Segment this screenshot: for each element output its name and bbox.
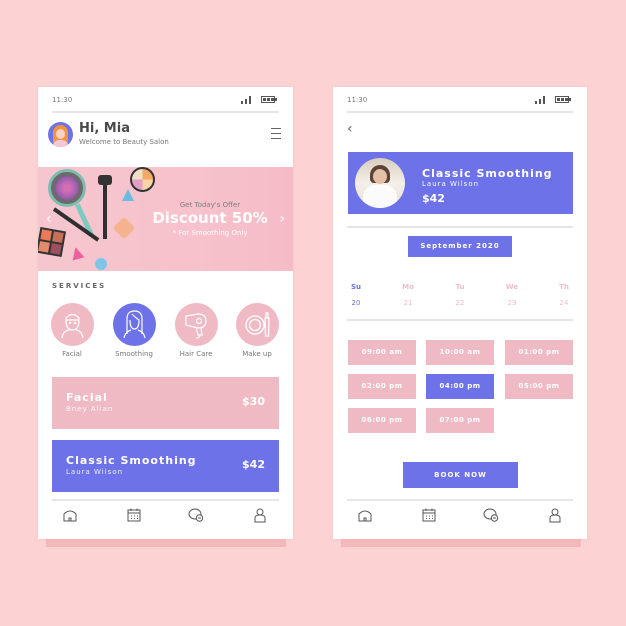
- day-mo[interactable]: Mo 21: [398, 283, 418, 307]
- service-label: Hair Care: [179, 350, 213, 358]
- signal-icon: [241, 96, 253, 104]
- detail-price: $42: [422, 192, 445, 205]
- bottom-nav: [347, 499, 573, 539]
- banner-prev-arrow-icon[interactable]: ‹: [46, 211, 52, 227]
- book-now-button[interactable]: BOOK NOW: [403, 462, 518, 488]
- mirror-image: [48, 169, 86, 207]
- day-tu[interactable]: Tu 22: [450, 283, 470, 307]
- home-screen: 11:30 Hi, Mia Welcome to Beauty Salon ‹ …: [38, 87, 293, 539]
- chat-icon[interactable]: [188, 507, 204, 523]
- time-slot[interactable]: 01:00 pm: [505, 340, 573, 365]
- battery-icon: [261, 96, 277, 103]
- calendar-icon[interactable]: [421, 507, 437, 523]
- card-stylist: Bney Alian: [66, 405, 114, 413]
- profile-icon[interactable]: [252, 507, 268, 523]
- time-slot[interactable]: 07:00 pm: [426, 408, 494, 433]
- service-detail-card: Classic Smoothing Laura Wilson $42: [348, 152, 573, 214]
- card-price: $42: [242, 458, 265, 471]
- day-we[interactable]: We 23: [502, 283, 522, 307]
- card-title: Facial: [66, 391, 108, 404]
- service-label: Make up: [242, 350, 272, 358]
- hamburger-menu-icon[interactable]: [271, 127, 281, 139]
- service-label: Smoothing: [115, 350, 153, 358]
- profile-icon[interactable]: [547, 507, 563, 523]
- detail-title: Classic Smoothing: [422, 167, 553, 180]
- home-icon[interactable]: [357, 507, 373, 523]
- banner-next-arrow-icon[interactable]: ›: [279, 211, 285, 227]
- status-bar: 11:30: [52, 96, 279, 112]
- status-time: 11:30: [52, 96, 73, 104]
- divider: [347, 111, 573, 113]
- makeup-icon: [244, 312, 270, 337]
- day-su[interactable]: Su 20: [346, 283, 366, 307]
- calendar-icon[interactable]: [126, 507, 142, 523]
- time-slot[interactable]: 06:00 pm: [348, 408, 416, 433]
- service-facial[interactable]: Facial: [49, 303, 95, 358]
- divider: [347, 226, 573, 228]
- services-heading: SERVICES: [52, 282, 107, 290]
- back-arrow-icon[interactable]: ‹: [347, 121, 353, 137]
- offer-banner[interactable]: ‹ › Get Today's Offer Discount 50% * For…: [38, 167, 293, 271]
- welcome-text: Welcome to Beauty Salon: [79, 138, 169, 146]
- time-slot[interactable]: 09:00 am: [348, 340, 416, 365]
- time-slot[interactable]: 10:00 am: [426, 340, 494, 365]
- smoothing-icon: [122, 310, 146, 339]
- hair-dryer-icon: [184, 313, 207, 339]
- service-label: Facial: [62, 350, 82, 358]
- service-hair-care[interactable]: Hair Care: [173, 303, 219, 358]
- chat-icon[interactable]: [483, 507, 499, 523]
- card-price: $30: [242, 395, 265, 408]
- time-slot[interactable]: 02:00 pm: [348, 374, 416, 399]
- service-makeup[interactable]: Make up: [234, 303, 280, 358]
- detail-stylist: Laura Wilson: [422, 180, 480, 188]
- signal-icon: [535, 96, 547, 104]
- status-time: 11:30: [347, 96, 368, 104]
- divider: [52, 111, 279, 113]
- bottom-nav: [52, 499, 279, 539]
- battery-icon: [555, 96, 571, 103]
- time-slot[interactable]: 05:00 pm: [505, 374, 573, 399]
- status-bar: 11:30: [347, 96, 573, 112]
- day-th[interactable]: Th 24: [554, 283, 574, 307]
- facial-icon: [60, 313, 84, 339]
- booking-screen: 11:30 ‹ Classic Smoothing Laura Wilson $…: [333, 87, 587, 539]
- user-avatar[interactable]: [48, 122, 73, 147]
- home-icon[interactable]: [62, 507, 78, 523]
- month-selector[interactable]: September 2020: [408, 236, 512, 257]
- greeting: Hi, Mia: [79, 121, 130, 136]
- time-slot-selected[interactable]: 04:00 pm: [426, 374, 494, 399]
- offer-note: * For Smoothing Only: [172, 229, 248, 237]
- divider: [347, 319, 573, 321]
- offer-headline: Discount 50%: [152, 209, 268, 227]
- booking-card-facial[interactable]: Facial Bney Alian $30: [52, 377, 279, 429]
- card-title: Classic Smoothing: [66, 454, 197, 467]
- service-smoothing[interactable]: Smoothing: [111, 303, 157, 358]
- booking-card-smoothing[interactable]: Classic Smoothing Laura Wilson $42: [52, 440, 279, 492]
- card-stylist: Laura Wilson: [66, 468, 124, 476]
- stylist-photo: [355, 158, 405, 208]
- offer-subtitle: Get Today's Offer: [179, 201, 241, 209]
